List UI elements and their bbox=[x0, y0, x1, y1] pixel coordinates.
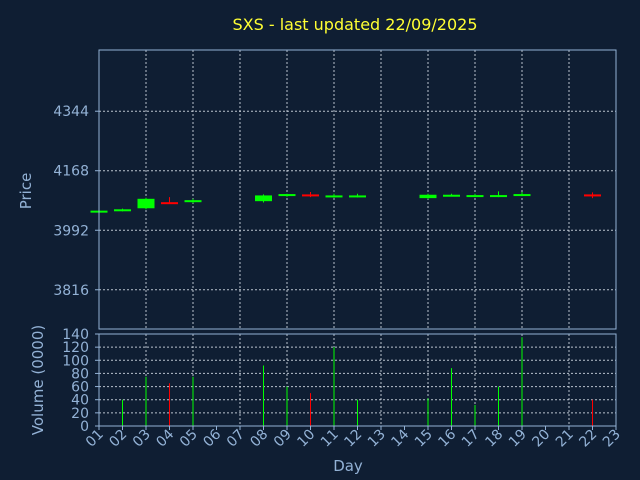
day-x-ticks: 01 02 03 04 05 06 07 08 09 10 11 12 13 14 15 16 17 18 19 20… bbox=[83, 426, 624, 450]
day-tick-label: 17 bbox=[459, 427, 483, 451]
candle-body bbox=[466, 195, 484, 198]
price-y-ticks: 4344 4168 3992 3816 bbox=[53, 104, 99, 299]
day-tick-label: 07 bbox=[224, 427, 248, 451]
day-tick-label: 22 bbox=[576, 427, 600, 451]
x-axis-label: Day bbox=[333, 457, 363, 475]
day-tick-label: 16 bbox=[435, 426, 459, 450]
candle-body bbox=[137, 198, 155, 209]
day-tick-label: 14 bbox=[388, 426, 412, 450]
candle-body bbox=[302, 194, 319, 197]
volume-tick-label: 140 bbox=[62, 327, 89, 343]
day-tick-label: 04 bbox=[153, 426, 177, 450]
candle-body bbox=[325, 195, 343, 198]
price-axis-label: Price bbox=[17, 173, 35, 210]
price-tick-label: 4168 bbox=[53, 164, 89, 180]
candle-body bbox=[513, 194, 531, 197]
day-tick-label: 10 bbox=[294, 427, 318, 451]
day-tick-label: 09 bbox=[271, 427, 295, 451]
chart-title: SXS - last updated 22/09/2025 bbox=[233, 15, 478, 34]
day-tick-label: 03 bbox=[130, 427, 154, 451]
day-tick-label: 05 bbox=[177, 427, 201, 451]
candle-body bbox=[584, 194, 601, 197]
price-grid bbox=[99, 50, 616, 329]
price-plot-frame bbox=[98, 49, 617, 330]
day-tick-label: 12 bbox=[341, 427, 365, 451]
day-tick-label: 23 bbox=[600, 427, 624, 451]
candle-body bbox=[349, 195, 366, 198]
day-tick-label: 13 bbox=[365, 427, 389, 451]
price-tick-label: 3992 bbox=[53, 223, 89, 239]
volume-y-ticks: 020406080100120140 bbox=[62, 327, 99, 435]
candle-body bbox=[278, 194, 296, 197]
day-tick-label: 20 bbox=[529, 427, 553, 451]
volume-axis-label: Volume (0000) bbox=[29, 325, 47, 435]
candle-body bbox=[443, 194, 460, 197]
candle-body bbox=[255, 195, 272, 202]
price-tick-label: 3816 bbox=[53, 283, 89, 299]
day-tick-label: 08 bbox=[247, 427, 271, 451]
candle-body bbox=[161, 202, 178, 205]
day-tick-label: 15 bbox=[412, 427, 436, 451]
day-tick-label: 11 bbox=[318, 427, 342, 451]
day-tick-label: 06 bbox=[200, 426, 224, 450]
candlestick-volume-chart: SXS - last updated 22/09/2025 4344 4168 39… bbox=[17, 15, 624, 475]
price-candles bbox=[90, 191, 601, 213]
day-tick-label: 21 bbox=[553, 427, 577, 451]
price-tick-label: 4344 bbox=[53, 104, 89, 120]
day-tick-label: 02 bbox=[106, 427, 130, 451]
candle-body bbox=[419, 194, 437, 199]
candle-body bbox=[114, 209, 131, 212]
day-tick-label: 18 bbox=[482, 427, 506, 451]
day-tick-label: 19 bbox=[506, 427, 530, 451]
candle-body bbox=[184, 200, 202, 203]
candle-body bbox=[490, 195, 507, 198]
